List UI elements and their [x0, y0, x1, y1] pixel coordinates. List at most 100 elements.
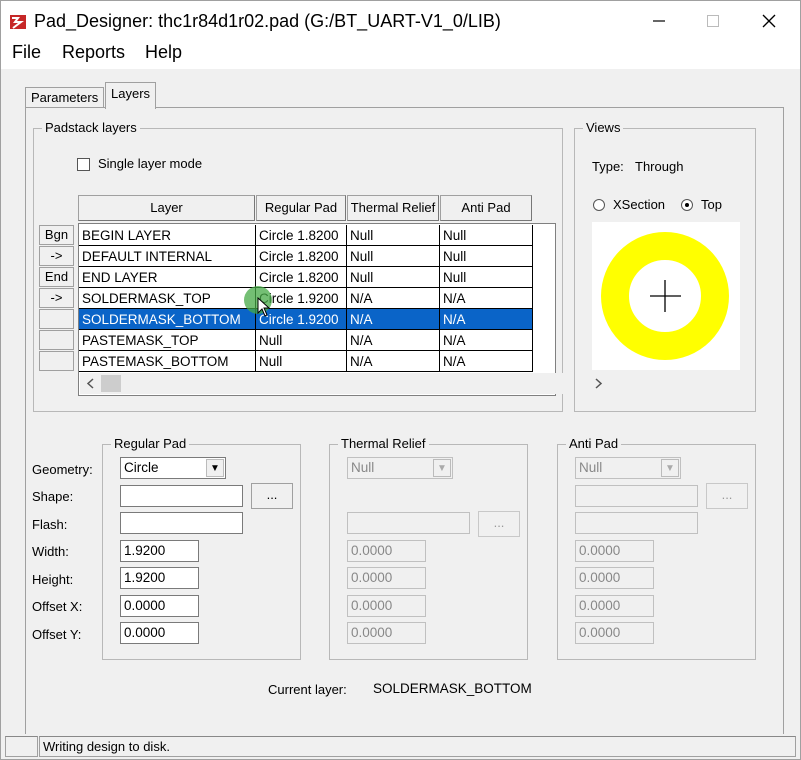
maximize-button[interactable] [701, 11, 725, 33]
regular-geometry-select[interactable]: Circle ▼ [120, 457, 226, 479]
thermal-flash-field[interactable] [347, 512, 470, 534]
pad-designer-window: Pad_Designer: thc1r84d1r02.pad (G:/BT_UA… [0, 0, 801, 760]
tab-layers[interactable]: Layers [105, 82, 157, 109]
cell-regular-pad: Circle 1.8200 [256, 267, 347, 288]
app-logo-icon [10, 15, 26, 29]
menu-bar: File Reports Help [1, 41, 800, 69]
cell-anti-pad: N/A [440, 351, 533, 372]
anti-shape-browse-button[interactable]: ... [706, 483, 748, 509]
cell-regular-pad: Null [256, 351, 347, 372]
cell-thermal-relief: Null [347, 225, 440, 246]
menu-reports[interactable]: Reports [62, 42, 125, 63]
chevron-down-icon: ▼ [433, 459, 451, 477]
flash-label: Flash: [32, 517, 68, 532]
top-label: Top [701, 197, 722, 212]
cell-thermal-relief: Null [347, 267, 440, 288]
cell-regular-pad: Circle 1.8200 [256, 246, 347, 267]
regular-shape-field[interactable] [120, 485, 243, 507]
column-header-anti-pad[interactable]: Anti Pad [440, 195, 532, 221]
scrollbar-thumb[interactable] [101, 375, 121, 392]
anti-height-field[interactable]: 0.0000 [575, 567, 654, 589]
regular-offset-y-field[interactable]: 0.0000 [120, 622, 199, 644]
cell-layer: SOLDERMASK_TOP [79, 288, 256, 309]
pad-preview [592, 222, 740, 370]
window-title: Pad_Designer: thc1r84d1r02.pad (G:/BT_UA… [34, 11, 501, 31]
anti-pad-label: Anti Pad [566, 436, 622, 451]
regular-pad-label: Regular Pad [111, 436, 190, 451]
offset-x-label: Offset X: [32, 599, 83, 614]
row-button[interactable] [39, 351, 74, 371]
radio-dot [685, 203, 689, 207]
maximize-icon [707, 15, 719, 27]
horizontal-scrollbar[interactable] [80, 373, 632, 394]
scroll-left-icon[interactable] [86, 378, 94, 389]
cell-layer: DEFAULT INTERNAL [79, 246, 256, 267]
thermal-geometry-select[interactable]: Null ▼ [347, 457, 453, 479]
top-radio[interactable] [681, 199, 693, 211]
cell-thermal-relief: Null [347, 246, 440, 267]
row-button-end[interactable]: End [39, 267, 74, 287]
close-button[interactable] [757, 11, 781, 33]
width-label: Width: [32, 544, 69, 559]
xsection-radio[interactable] [593, 199, 605, 211]
anti-width-field[interactable]: 0.0000 [575, 540, 654, 562]
anti-shape-field[interactable] [575, 485, 698, 507]
single-layer-checkbox[interactable] [77, 158, 90, 171]
padstack-layers-table: BEGIN LAYER Circle 1.8200 Null Null DEFA… [78, 223, 632, 396]
cell-anti-pad: Null [440, 267, 533, 288]
row-button-arrow[interactable]: -> [39, 288, 74, 308]
thermal-relief-label: Thermal Relief [338, 436, 429, 451]
status-bar: Writing design to disk. [1, 734, 800, 759]
minimize-button[interactable] [647, 11, 671, 33]
cell-thermal-relief: N/A [347, 351, 440, 372]
cell-layer: PASTEMASK_TOP [79, 330, 256, 351]
anti-offset-x-field[interactable]: 0.0000 [575, 595, 654, 617]
cell-anti-pad: Null [440, 225, 533, 246]
cell-thermal-relief: N/A [347, 288, 440, 309]
thermal-height-field[interactable]: 0.0000 [347, 567, 426, 589]
current-layer-label: Current layer: [268, 682, 347, 697]
cell-anti-pad: Null [440, 246, 533, 267]
row-button-bgn[interactable]: Bgn [39, 225, 74, 245]
chevron-down-icon: ▼ [661, 459, 679, 477]
row-button[interactable] [39, 309, 74, 329]
column-header-layer[interactable]: Layer [78, 195, 255, 221]
regular-shape-browse-button[interactable]: ... [251, 483, 293, 509]
xsection-label: XSection [613, 197, 666, 212]
cell-layer: SOLDERMASK_BOTTOM [79, 309, 256, 330]
mouse-cursor-icon [257, 297, 271, 317]
regular-width-field[interactable]: 1.9200 [120, 540, 199, 562]
row-button[interactable] [39, 330, 74, 350]
thermal-offset-y-field[interactable]: 0.0000 [347, 622, 426, 644]
thermal-width-field[interactable]: 0.0000 [347, 540, 426, 562]
cell-layer: BEGIN LAYER [79, 225, 256, 246]
row-button-arrow[interactable]: -> [39, 246, 74, 266]
thermal-offset-x-field[interactable]: 0.0000 [347, 595, 426, 617]
anti-offset-y-field[interactable]: 0.0000 [575, 622, 654, 644]
menu-help[interactable]: Help [145, 42, 182, 63]
current-layer-value: SOLDERMASK_BOTTOM [373, 681, 532, 696]
offset-y-label: Offset Y: [32, 627, 82, 642]
column-header-thermal-relief[interactable]: Thermal Relief [347, 195, 439, 221]
views-label: Views [583, 120, 624, 135]
cell-layer: END LAYER [79, 267, 256, 288]
title-bar[interactable]: Pad_Designer: thc1r84d1r02.pad (G:/BT_UA… [1, 1, 800, 41]
status-message: Writing design to disk. [39, 736, 796, 757]
regular-offset-x-field[interactable]: 0.0000 [120, 595, 199, 617]
shape-label: Shape: [32, 489, 74, 504]
column-header-regular-pad[interactable]: Regular Pad [256, 195, 346, 221]
cell-anti-pad: N/A [440, 330, 533, 351]
geometry-label: Geometry: [32, 462, 93, 477]
padstack-layers-label: Padstack layers [42, 120, 140, 135]
single-layer-label: Single layer mode [98, 156, 203, 171]
regular-height-field[interactable]: 1.9200 [120, 567, 199, 589]
cell-anti-pad: N/A [440, 288, 533, 309]
cell-layer: PASTEMASK_BOTTOM [79, 351, 256, 372]
anti-flash-field[interactable] [575, 512, 698, 534]
tab-parameters[interactable]: Parameters [25, 87, 105, 107]
regular-flash-field[interactable] [120, 512, 243, 534]
anti-geometry-select[interactable]: Null ▼ [575, 457, 681, 479]
type-value: Through [635, 159, 684, 174]
menu-file[interactable]: File [12, 42, 41, 63]
thermal-flash-browse-button[interactable]: ... [478, 511, 520, 537]
